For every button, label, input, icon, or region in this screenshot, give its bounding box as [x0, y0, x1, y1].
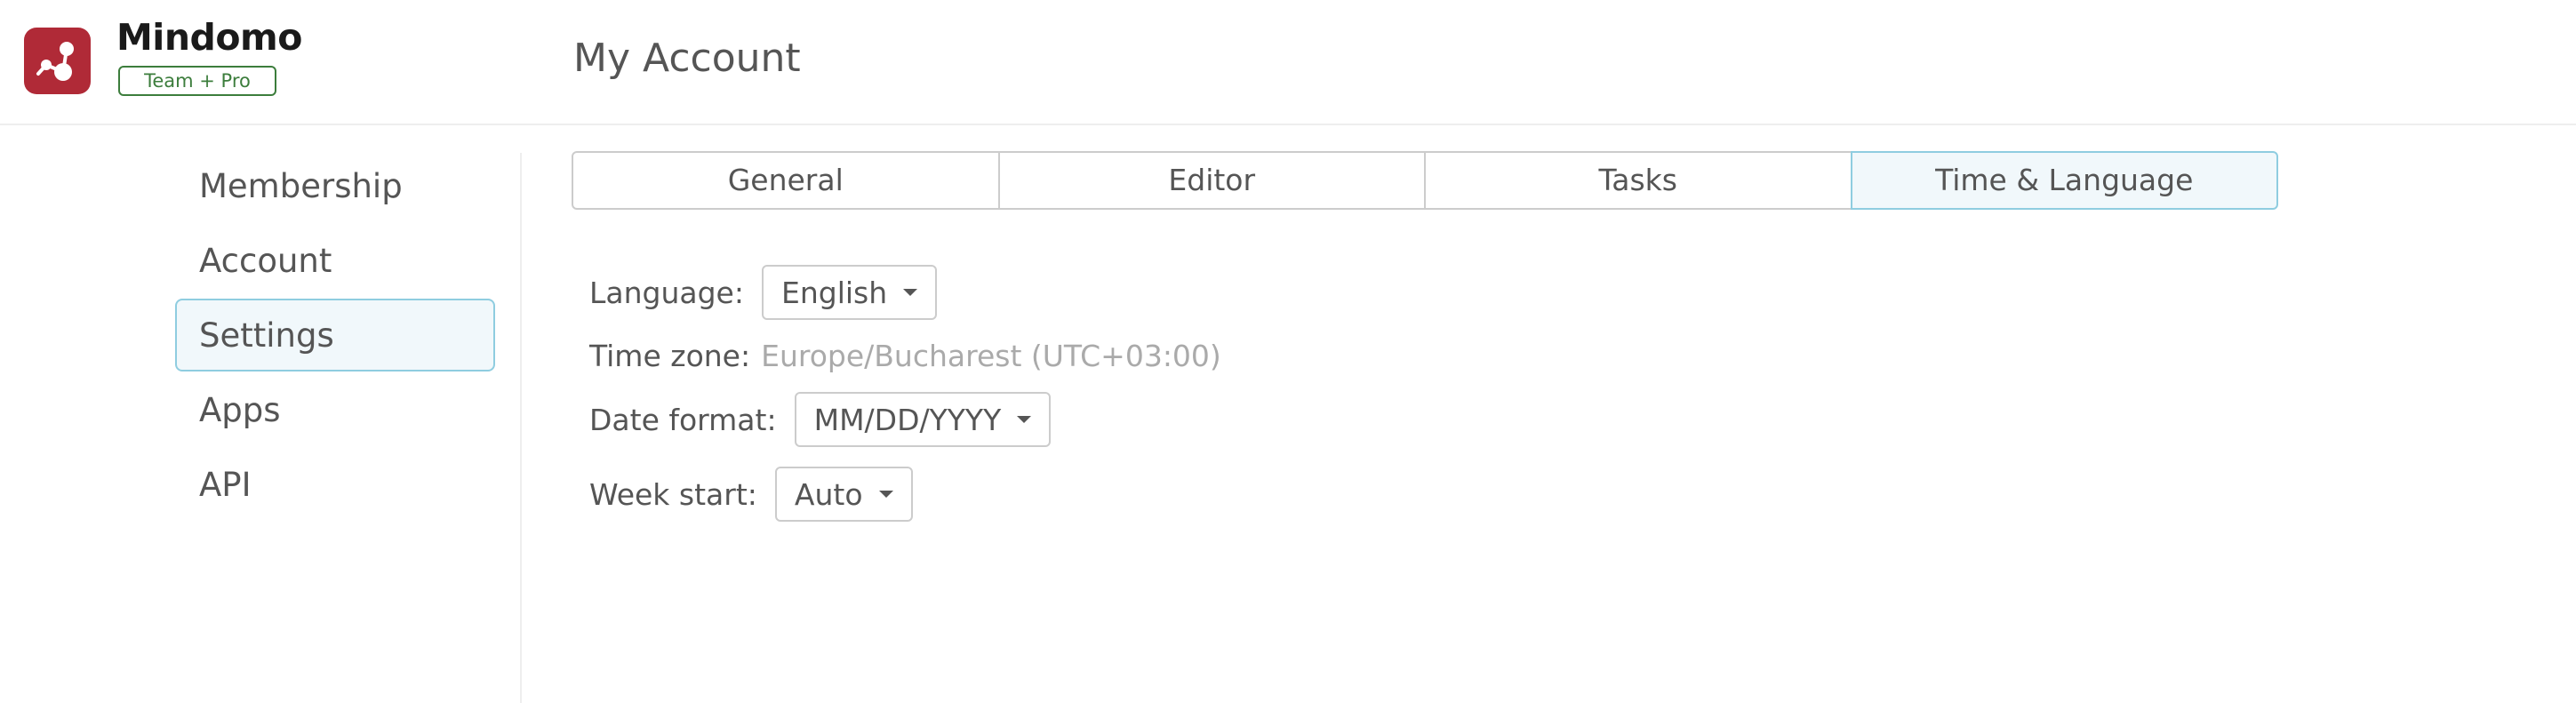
- mindomo-logo-icon[interactable]: [24, 28, 91, 94]
- date-format-select[interactable]: MM/DD/YYYY: [794, 392, 1052, 447]
- caret-down-icon: [1017, 416, 1032, 423]
- settings-tabs: General Editor Tasks Time & Language: [572, 151, 2278, 210]
- sidebar-item-apps[interactable]: Apps: [175, 373, 495, 446]
- sidebar-item-api[interactable]: API: [175, 448, 495, 521]
- week-start-select[interactable]: Auto: [774, 467, 913, 522]
- week-start-row: Week start: Auto: [589, 466, 913, 523]
- language-label: Language:: [589, 275, 744, 310]
- tab-editor[interactable]: Editor: [997, 151, 1426, 210]
- settings-sidebar: Membership Account Settings Apps API: [175, 149, 495, 523]
- tab-time-language[interactable]: Time & Language: [1850, 151, 2278, 210]
- caret-down-icon: [878, 491, 893, 498]
- sidebar-divider: [520, 153, 522, 703]
- date-format-label: Date format:: [589, 402, 777, 437]
- tab-tasks[interactable]: Tasks: [1424, 151, 1852, 210]
- brand-name: Mindomo: [116, 16, 302, 59]
- page-title: My Account: [573, 36, 801, 81]
- timezone-value: Europe/Bucharest (UTC+03:00): [761, 338, 1221, 373]
- date-format-row: Date format: MM/DD/YYYY: [589, 391, 1052, 448]
- app-header: Mindomo Team + Pro My Account: [0, 0, 2576, 125]
- sidebar-item-membership[interactable]: Membership: [175, 149, 495, 222]
- timezone-label: Time zone:: [589, 338, 751, 373]
- week-start-label: Week start:: [589, 476, 757, 512]
- tab-general[interactable]: General: [572, 151, 1000, 210]
- sidebar-item-settings[interactable]: Settings: [175, 299, 495, 371]
- language-select[interactable]: English: [761, 265, 938, 320]
- language-row: Language: English: [589, 264, 938, 321]
- caret-down-icon: [903, 289, 918, 296]
- sidebar-item-account[interactable]: Account: [175, 224, 495, 297]
- plan-badge: Team + Pro: [118, 66, 276, 96]
- date-format-value: MM/DD/YYYY: [813, 402, 1002, 437]
- week-start-value: Auto: [794, 476, 863, 512]
- language-value: English: [780, 275, 888, 310]
- timezone-row: Time zone: Europe/Bucharest (UTC+03:00): [589, 327, 1221, 384]
